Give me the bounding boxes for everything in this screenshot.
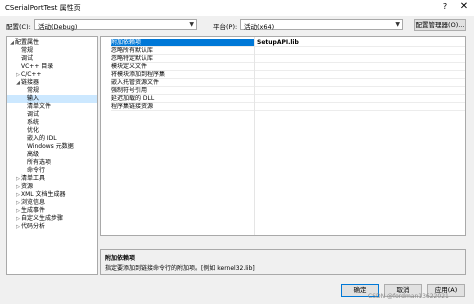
property-value[interactable] [255,79,465,87]
tree-item-label: XML 文档生成器 [21,191,66,198]
tree-item-label: 自定义生成步骤 [21,215,64,222]
platform-select[interactable]: 活动(x64) ▼ [240,19,403,31]
tree-item-label: 优化 [27,127,40,134]
property-row[interactable]: 嵌入托管资源文件 [101,79,465,87]
platform-select-value: 活动(x64) [244,23,275,31]
tree-item[interactable]: ◢链接器 [7,79,97,87]
tree-item[interactable]: ▷生成事件 [7,207,97,215]
tree-item[interactable]: 调试 [7,55,97,63]
configuration-manager-button[interactable]: 配置管理器(O)... [414,19,466,31]
description-title: 附加依赖项 [105,255,136,262]
tree-item[interactable]: ▷自定义生成步骤 [7,215,97,223]
property-value[interactable] [255,71,465,79]
tree-item-label: 清单文件 [27,103,52,110]
property-row[interactable]: 强制符号引用 [101,87,465,95]
tree-item-label: 代码分析 [21,223,46,230]
property-row[interactable]: 模块定义文件 [101,63,465,71]
property-name: 嵌入托管资源文件 [111,79,254,87]
property-value[interactable] [255,103,465,111]
tree-item[interactable]: ▷清单工具 [7,175,97,183]
property-name: 程序集链接资源 [111,103,254,111]
tree-item[interactable]: 嵌入的 IDL [7,135,97,143]
tree-item-label: 所有选项 [27,159,52,166]
property-name: 忽略特定默认库 [111,55,254,63]
tree-item-label: 浏览信息 [21,199,46,206]
tree-item[interactable]: ▷XML 文档生成器 [7,191,97,199]
tree-item[interactable]: Windows 元数据 [7,143,97,151]
property-row[interactable]: 延迟加载的 DLL [101,95,465,103]
tree-item-label: 生成事件 [21,207,46,214]
property-row[interactable]: 程序集链接资源 [101,103,465,111]
tree-item-label: 系统 [27,119,40,126]
tree-item[interactable]: 调试 [7,111,97,119]
tree-item[interactable]: ▷浏览信息 [7,199,97,207]
title-bar: CSerialPortTest 属性页 ? ✕ [0,0,474,16]
tree-item-label: C/C++ [21,71,42,78]
tree-item-label: 配置属性 [15,39,40,46]
tree-item[interactable]: 高级 [7,151,97,159]
tree-item[interactable]: 输入 [7,95,97,103]
property-grid[interactable]: 附加依赖项 SetupAPI.lib 忽略所有默认库 忽略特定默认库 模块定义文件 将模块… [100,36,466,236]
window-title: CSerialPortTest 属性页 [5,4,81,12]
tree-item-label: 常规 [21,47,34,54]
description-panel: 附加依赖项 指定要添加到链接命令行的附加项。[例如 kernel32.lib] [100,249,466,275]
tree-item-label: 资源 [21,183,34,190]
tree-item[interactable]: 常规 [7,87,97,95]
help-button[interactable]: ? [439,2,451,11]
tree-item[interactable]: VC++ 目录 [7,63,97,71]
tree-item-label: 命令行 [27,167,46,174]
tree-item[interactable]: ▷C/C++ [7,71,97,79]
property-value[interactable]: SetupAPI.lib [255,39,465,47]
tree-item-label: 输入 [27,95,40,102]
tree-item[interactable]: 系统 [7,119,97,127]
tree-item[interactable]: ▷代码分析 [7,223,97,231]
tree-item[interactable]: ▷资源 [7,183,97,191]
tree-item[interactable]: 优化 [7,127,97,135]
property-name: 模块定义文件 [111,63,254,71]
tree-item-label: 高级 [27,151,40,158]
property-name: 强制符号引用 [111,87,254,95]
property-row[interactable]: 忽略特定默认库 [101,55,465,63]
tree-item[interactable]: 清单文件 [7,103,97,111]
config-select-value: 活动(Debug) [38,23,78,31]
description-text: 指定要添加到链接命令行的附加项。[例如 kernel32.lib] [105,265,255,272]
property-row[interactable]: 附加依赖项 SetupAPI.lib [101,39,465,47]
property-row[interactable]: 将模块添加到程序集 [101,71,465,79]
tree-item-label: 嵌入的 IDL [27,135,57,142]
configuration-row: 配置(C): 活动(Debug) ▼ 平台(P): 活动(x64) ▼ 配置管理… [0,18,474,32]
tree-item[interactable]: 命令行 [7,167,97,175]
tree-item-label: 常规 [27,87,40,94]
platform-label: 平台(P): [213,23,238,31]
tree-item-label: 调试 [27,111,40,118]
property-name: 将模块添加到程序集 [111,71,254,79]
tree-item[interactable]: ◢配置属性 [7,39,97,47]
property-row[interactable]: 忽略所有默认库 [101,47,465,55]
watermark: CSDN @fordman13622021 [368,293,449,300]
config-select[interactable]: 活动(Debug) ▼ [34,19,197,31]
property-tree[interactable]: ◢配置属性 常规 调试 VC++ 目录 ▷C/C++ ◢链接器 常规 输入 清单文件 调试 系统 优化… [6,36,98,275]
property-name: 忽略所有默认库 [111,47,254,55]
property-value[interactable] [255,55,465,63]
tree-item-label: 清单工具 [21,175,46,182]
chevron-down-icon: ▼ [395,21,400,28]
property-value[interactable] [255,63,465,71]
property-name: 延迟加载的 DLL [111,95,254,103]
property-value[interactable] [255,47,465,55]
tree-item[interactable]: 常规 [7,47,97,55]
config-label: 配置(C): [6,23,31,31]
property-name: 附加依赖项 [111,39,254,47]
chevron-down-icon: ▼ [189,21,194,28]
tree-item-label: Windows 元数据 [27,143,74,150]
property-value[interactable] [255,95,465,103]
tree-item-label: 链接器 [21,79,40,86]
close-button[interactable]: ✕ [458,1,470,12]
property-value[interactable] [255,87,465,95]
tree-item[interactable]: 所有选项 [7,159,97,167]
tree-item-label: VC++ 目录 [21,63,54,70]
tree-item-label: 调试 [21,55,34,62]
